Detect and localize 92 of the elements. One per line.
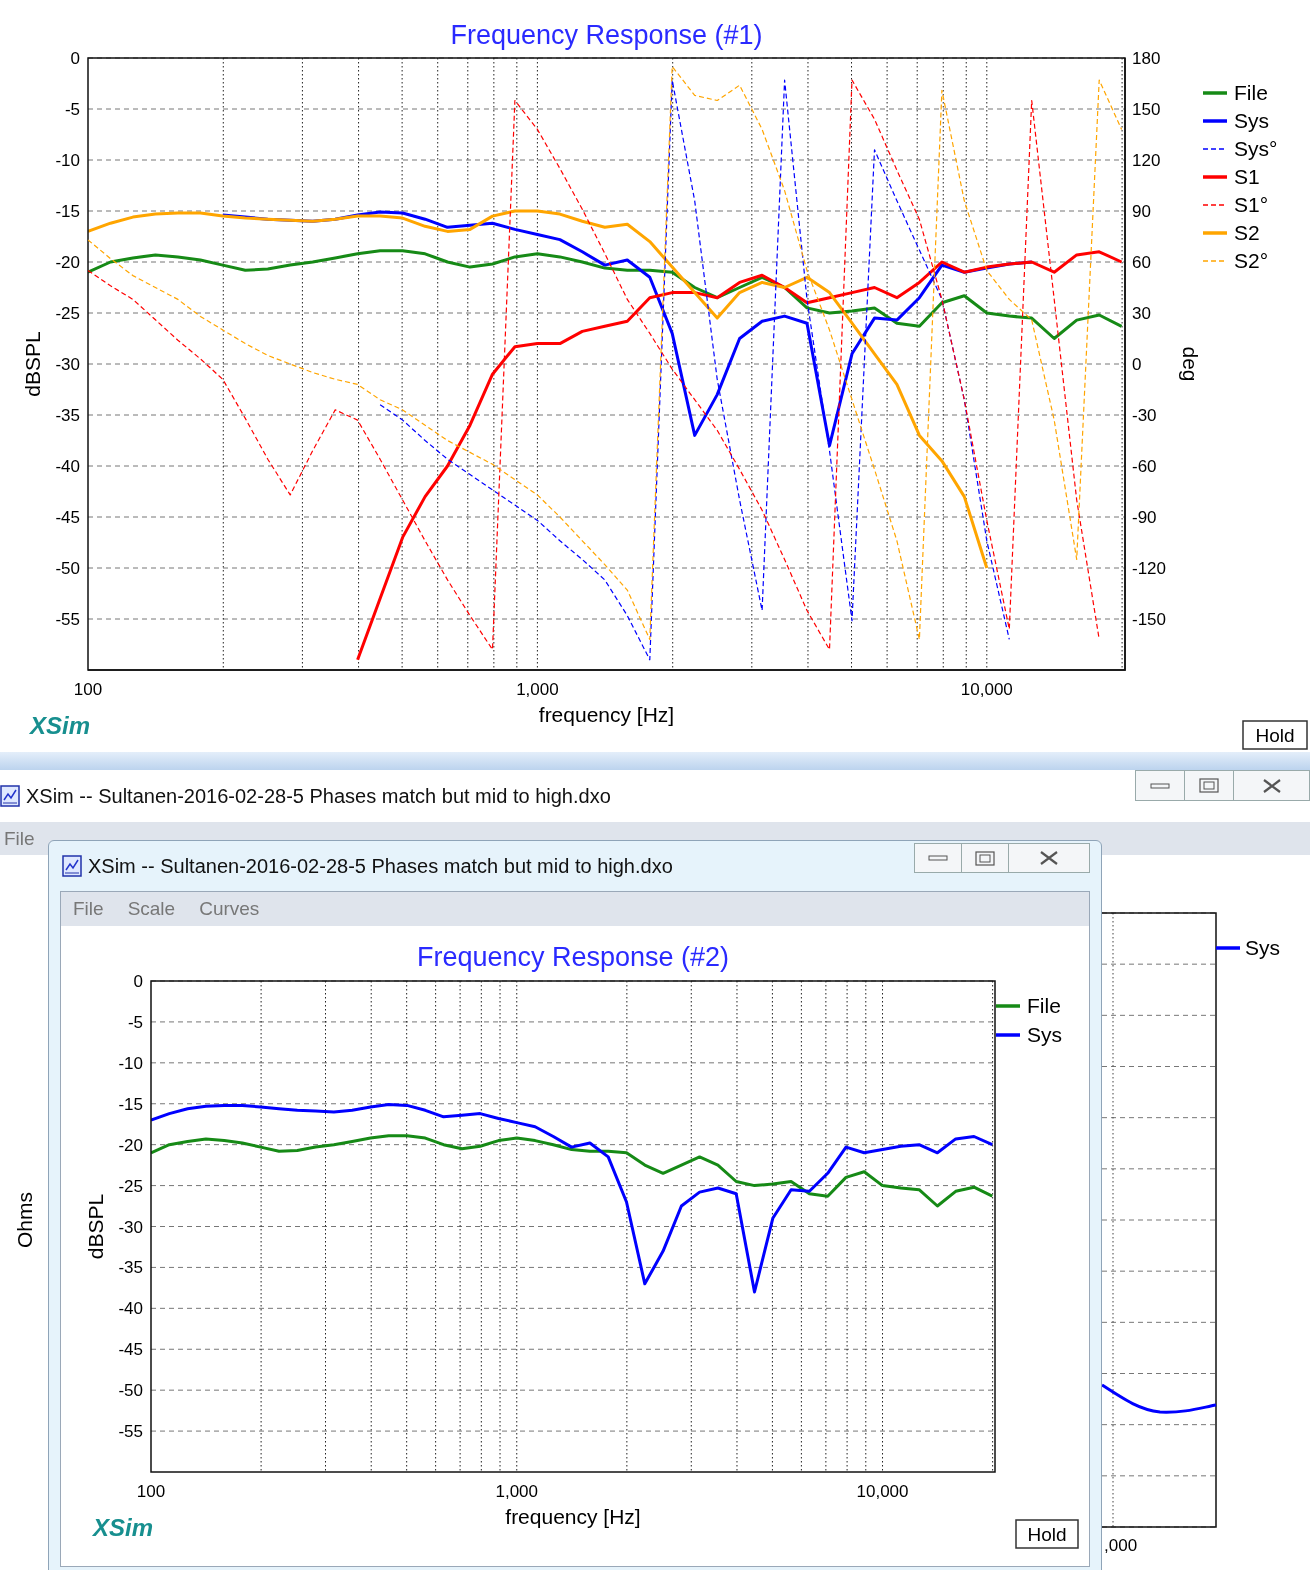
axis-tick-label: -50 [55, 559, 80, 578]
axis-tick-label: -15 [118, 1094, 143, 1114]
legend-label: Sys° [1234, 137, 1278, 160]
axis-tick-label: 10,000 [856, 1482, 909, 1501]
maximize-button[interactable] [1184, 770, 1234, 801]
axis-tick-label: 0 [133, 972, 143, 991]
minimize-button[interactable] [914, 843, 962, 873]
axis-label: dBSPL [84, 1193, 107, 1260]
axis-tick-label: -30 [118, 1217, 143, 1237]
axis-tick-label: -40 [55, 457, 80, 476]
axis-tick-label: -150 [1132, 610, 1167, 629]
menu-item[interactable]: Scale [127, 898, 176, 920]
axis-tick-label: -5 [127, 1012, 143, 1032]
axis-tick-label: -5 [64, 100, 80, 119]
axis-tick-label: 100 [136, 1482, 166, 1501]
legend-swatch [1203, 119, 1227, 123]
minimize-button[interactable] [1135, 770, 1185, 801]
axis-tick-label: -10 [118, 1053, 143, 1073]
menu-item[interactable]: File [4, 827, 35, 850]
legend-swatch [996, 1033, 1020, 1037]
maximize-button[interactable] [961, 843, 1009, 873]
legend-label: Sys [1027, 1023, 1062, 1046]
axis-tick-label: 60 [1132, 253, 1151, 272]
axis-label: Ohms [13, 1192, 36, 1248]
axis-tick-label: -10 [55, 151, 80, 170]
axis-label: frequency [Hz] [538, 703, 675, 726]
axis-tick-label: 1,000 [516, 680, 559, 699]
axis-tick-label: 100 [73, 680, 103, 699]
axis-tick-label: -55 [118, 1422, 143, 1442]
axis-tick-label: 30 [1132, 304, 1151, 323]
legend-label: File [1027, 994, 1061, 1017]
axis-tick-label: 180 [1132, 49, 1161, 68]
axis-tick-label: 120 [1132, 151, 1161, 170]
maximize-icon [1199, 778, 1219, 793]
axis-tick-label: -30 [1132, 406, 1157, 425]
axis-tick-label: 150 [1132, 100, 1161, 119]
axis-tick-label: -60 [1132, 457, 1157, 476]
axis-tick-label: -45 [118, 1340, 143, 1360]
axis-tick-label: -120 [1132, 559, 1167, 578]
hold-button[interactable]: Hold [1242, 720, 1308, 750]
axis-tick-label: -50 [118, 1381, 143, 1401]
chart-title: Frequency Response (#1) [450, 20, 763, 50]
minimize-icon [928, 855, 948, 861]
axis-tick-label: -35 [118, 1258, 143, 1278]
axis-tick-label: 90 [1132, 202, 1151, 221]
axis-tick-label: -55 [55, 610, 80, 629]
axis-tick-label: 0 [70, 49, 80, 68]
axis-label: deg [1179, 346, 1202, 382]
maximize-icon [975, 850, 995, 866]
app-icon [62, 855, 82, 877]
menu-item[interactable]: Curves [199, 898, 260, 920]
axis-label: dBSPL [21, 331, 44, 397]
axis-tick-label: -35 [55, 406, 80, 425]
window-title: XSim -- Sultanen-2016-02-28-5 Phases match but mid to high.dxo [26, 784, 611, 808]
minimize-icon [1150, 782, 1170, 789]
legend-label: File [1234, 81, 1268, 104]
legend-label: S2° [1234, 249, 1269, 272]
axis-tick-label: 0 [1132, 355, 1142, 374]
axis-tick-label: -30 [55, 355, 80, 374]
close-icon [1040, 851, 1058, 865]
window-title: XSim -- Sultanen-2016-02-28-5 Phases match but mid to high.dxo [88, 854, 673, 878]
legend-label: Sys [1234, 109, 1269, 132]
axis-tick-label: -40 [118, 1299, 143, 1319]
legend-label: Sys [1245, 936, 1280, 959]
app-icon [0, 785, 20, 807]
close-button[interactable] [1233, 770, 1310, 801]
legend-label: S1 [1234, 165, 1260, 188]
legend-swatch [996, 1004, 1020, 1008]
menu-item[interactable]: File [73, 898, 104, 920]
chart-title: Frequency Response (#2) [416, 942, 730, 972]
axis-tick-label: -20 [55, 253, 80, 272]
axis-tick-label: -20 [118, 1135, 143, 1155]
axis-tick-label: -90 [1132, 508, 1157, 527]
axis-tick-label: -25 [55, 304, 80, 323]
legend-label: S1° [1234, 193, 1269, 216]
legend-swatch [1203, 175, 1227, 179]
axis-tick-label: 1,000 [495, 1482, 539, 1501]
axis-tick-label: -15 [55, 202, 80, 221]
hold-button[interactable]: Hold [1015, 1519, 1079, 1549]
legend-swatch [1203, 231, 1227, 235]
axis-tick-label: -25 [118, 1176, 143, 1196]
axis-label: frequency [Hz] [505, 1505, 641, 1528]
app-logo: XSim [30, 712, 91, 739]
axis-tick-label: 10,000 [960, 680, 1013, 699]
axis-tick-label: -45 [55, 508, 80, 527]
close-icon [1262, 778, 1281, 793]
axis-tick-label: ,000 [1104, 1536, 1138, 1555]
legend-swatch [1216, 946, 1240, 950]
app-logo: XSim [93, 1514, 154, 1541]
legend-label: S2 [1234, 221, 1260, 244]
legend-swatch [1203, 91, 1227, 95]
close-button[interactable] [1008, 843, 1090, 873]
